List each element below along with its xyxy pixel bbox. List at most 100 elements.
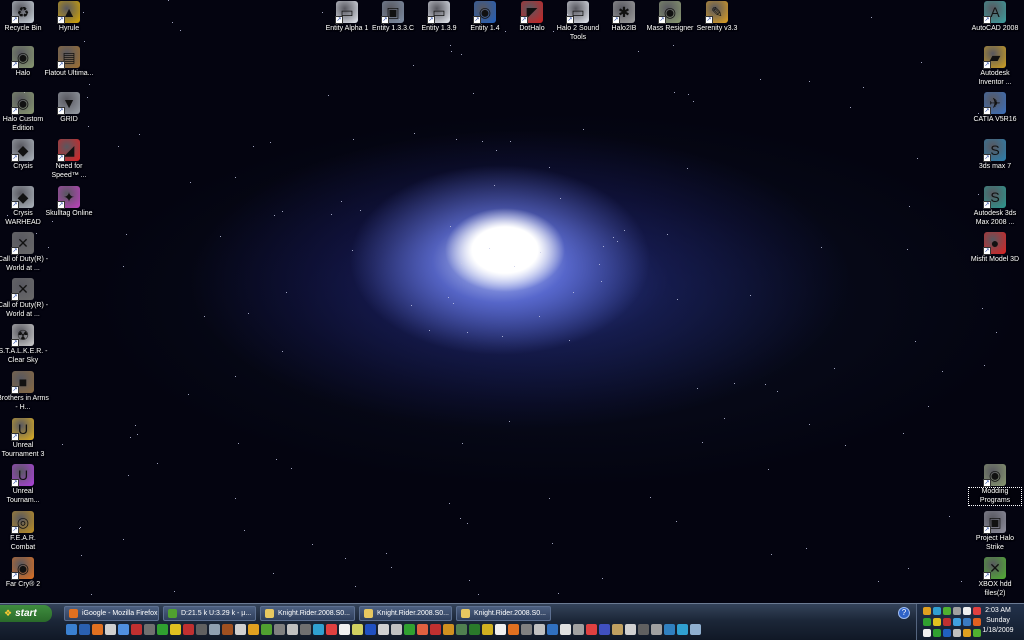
desktop-icon[interactable]: ✱ ↗ Halo2IB [601,1,647,34]
quick-launch-icon[interactable] [326,624,337,635]
desktop-icon[interactable]: S ↗ 3ds max 7 [972,139,1018,172]
desktop-icon[interactable]: ✕ ↗ Call of Duty(R) - World at ... [0,232,48,273]
desktop-icon[interactable]: ▭ ↗ Entity Alpha 1 [324,1,370,34]
quick-launch-icon[interactable] [677,624,688,635]
taskbar-button[interactable]: D:21.5 k U:3.29 k - µ... [163,606,256,621]
desktop-icon[interactable]: ◎ ↗ F.E.A.R. Combat [0,511,46,552]
desktop-icon[interactable]: ◆ ↗ Crysis WARHEAD [0,186,46,227]
quick-launch-icon[interactable] [131,624,142,635]
quick-launch-icon[interactable] [508,624,519,635]
tray-icon[interactable] [963,607,971,615]
desktop-icon[interactable]: ◉ ↗ Far Cry® 2 [0,557,46,590]
quick-launch-icon[interactable] [612,624,623,635]
tray-icon[interactable] [973,629,981,637]
quick-launch-icon[interactable] [66,624,77,635]
quick-launch-icon[interactable] [586,624,597,635]
desktop-icon[interactable]: ▣ ↗ Entity 1.3.3.C [370,1,416,34]
quick-launch-icon[interactable] [300,624,311,635]
quick-launch-icon[interactable] [417,624,428,635]
desktop-icon[interactable]: ✎ ↗ Serenity v3.3 [694,1,740,34]
desktop-icon[interactable]: ✈ ↗ CATIA V5R16 [972,92,1018,125]
quick-launch-icon[interactable] [404,624,415,635]
tray-icon[interactable] [923,618,931,626]
desktop-icon[interactable]: ▣ ↗ Project Halo Strike [972,511,1018,552]
desktop-icon[interactable]: ☢ ↗ S.T.A.L.K.E.R. - Clear Sky [0,324,48,365]
quick-launch-icon[interactable] [170,624,181,635]
quick-launch-icon[interactable] [261,624,272,635]
tray-icon[interactable] [943,607,951,615]
taskbar-button[interactable]: Knight.Rider.2008.S0... [260,606,355,621]
quick-launch-icon[interactable] [573,624,584,635]
clock[interactable]: 2:03 AM Sunday 1/18/2009 [976,606,1020,636]
desktop-icon[interactable]: ▰ ↗ Autodesk Inventor ... [972,46,1018,87]
quick-launch-icon[interactable] [690,624,701,635]
quick-launch-icon[interactable] [157,624,168,635]
quick-launch-icon[interactable] [456,624,467,635]
quick-launch-icon[interactable] [79,624,90,635]
tray-icon[interactable] [963,618,971,626]
desktop-icon[interactable]: ▭ ↗ Entity 1.3.9 [416,1,462,34]
quick-launch-icon[interactable] [521,624,532,635]
quick-launch-icon[interactable] [105,624,116,635]
quick-launch-icon[interactable] [625,624,636,635]
tray-icon[interactable] [943,618,951,626]
quick-launch-icon[interactable] [235,624,246,635]
quick-launch-icon[interactable] [469,624,480,635]
desktop-icon[interactable]: ▤ ↗ Flatout Ultima... [44,46,94,79]
desktop-icon[interactable]: ● ↗ Misfit Model 3D [971,232,1019,265]
quick-launch-icon[interactable] [547,624,558,635]
tray-icon[interactable] [953,629,961,637]
desktop-icon[interactable]: ▲ ↗ Hyrule [46,1,92,34]
quick-launch-icon[interactable] [495,624,506,635]
desktop-icon[interactable]: ◤ ↗ DotHalo [509,1,555,34]
tray-icon[interactable] [933,607,941,615]
desktop-icon[interactable]: ✕ ↗ Call of Duty(R) - World at ... [0,278,48,319]
quick-launch-icon[interactable] [339,624,350,635]
quick-launch-icon[interactable] [664,624,675,635]
quick-launch-icon[interactable] [430,624,441,635]
tray-icon[interactable] [933,629,941,637]
desktop-icon[interactable]: U ↗ Unreal Tournam... [0,464,46,505]
quick-launch-icon[interactable] [352,624,363,635]
desktop-icon[interactable]: ▼ ↗ GRID [46,92,92,125]
quick-launch-icon[interactable] [274,624,285,635]
quick-launch-icon[interactable] [638,624,649,635]
tray-icon[interactable] [953,618,961,626]
tray-icon[interactable] [933,618,941,626]
quick-launch-icon[interactable] [222,624,233,635]
desktop-icon[interactable]: ✕ ↗ XBOX hdd files(2) [972,557,1018,598]
desktop-icon[interactable]: A ↗ AutoCAD 2008 [972,1,1018,34]
desktop-icon[interactable]: ◉ ↗ Halo [0,46,46,79]
desktop-icon[interactable]: ▭ ↗ Halo 2 Sound Tools [555,1,601,42]
quick-launch-icon[interactable] [118,624,129,635]
desktop-icon[interactable]: ◆ ↗ Crysis [0,139,46,172]
tray-icon[interactable] [963,629,971,637]
desktop-icon[interactable]: ✦ ↗ Skulltag Online [45,186,93,219]
quick-launch-icon[interactable] [378,624,389,635]
quick-launch-icon[interactable] [313,624,324,635]
quick-launch-icon[interactable] [144,624,155,635]
quick-launch-icon[interactable] [209,624,220,635]
quick-launch-icon[interactable] [183,624,194,635]
desktop-icon[interactable]: ◉ ↗ Mass Resigner [647,1,693,34]
desktop-icon[interactable]: ◉ ↗ Halo Custom Edition [0,92,46,133]
tray-icon[interactable] [953,607,961,615]
desktop-icon[interactable]: ◉ ↗ Modding Programs [968,464,1022,506]
tray-icon[interactable] [973,607,981,615]
quick-launch-icon[interactable] [599,624,610,635]
quick-launch-icon[interactable] [534,624,545,635]
desktop-icon[interactable]: ◢ ↗ Need for Speed™ ... [46,139,92,180]
quick-launch-icon[interactable] [482,624,493,635]
desktop-icon[interactable]: ♻ ↗ Recycle Bin [0,1,46,34]
desktop-icon[interactable]: S ↗ Autodesk 3ds Max 2008 ... [972,186,1018,227]
quick-launch-icon[interactable] [248,624,259,635]
quick-launch-icon[interactable] [651,624,662,635]
desktop-icon[interactable]: ■ ↗ Brothers in Arms - H... [0,371,49,412]
quick-launch-icon[interactable] [92,624,103,635]
desktop[interactable]: ♻ ↗ Recycle Bin ▲ ↗ Hyrule ◉ ↗ Halo ▤ ↗ Flatout Ult… [0,0,1024,603]
quick-launch-icon[interactable] [391,624,402,635]
taskbar-button[interactable]: iGoogle - Mozilla Firefox [64,606,159,621]
quick-launch-icon[interactable] [560,624,571,635]
desktop-icon[interactable]: U ↗ Unreal Tournament 3 [0,418,46,459]
tray-icon[interactable] [923,629,931,637]
